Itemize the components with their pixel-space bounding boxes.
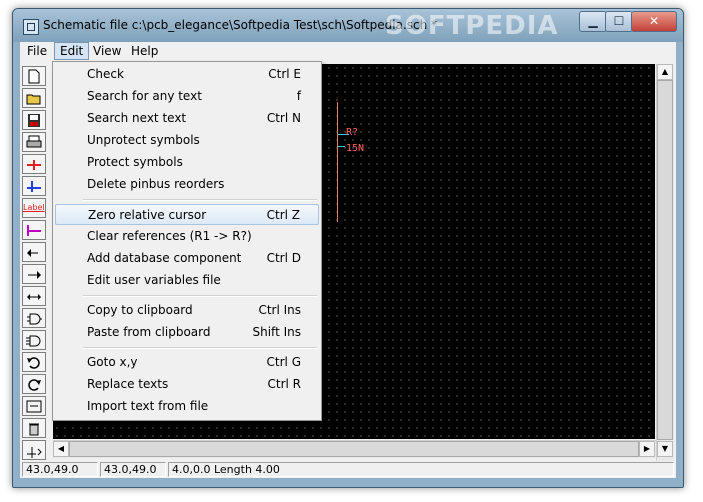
menu-edit[interactable]: Edit: [54, 42, 90, 60]
edit-menu-dropdown: Check Ctrl E Search for any text f Search …: [52, 61, 322, 421]
menu-item-shortcut: Ctrl G: [266, 355, 301, 369]
vertical-scroll-thumb[interactable]: [657, 80, 673, 440]
scroll-left-button[interactable]: ◀: [53, 441, 69, 457]
menu-item-label: Replace texts: [87, 377, 169, 391]
menu-item-search-any-text[interactable]: Search for any text f: [55, 86, 319, 107]
absolute-coordinates: 43.0,49.0: [22, 462, 98, 477]
minimize-button[interactable]: ▁: [579, 11, 607, 32]
app-icon[interactable]: [23, 19, 39, 35]
menu-item-shortcut: f: [296, 89, 301, 103]
open-folder-icon[interactable]: [22, 88, 46, 108]
bidirectional-connector-icon[interactable]: [22, 286, 46, 306]
menu-item-label: Paste from clipboard: [87, 325, 211, 339]
print-icon[interactable]: [22, 132, 46, 152]
title-bar[interactable]: Schematic file c:\pcb_elegance\Softpedia…: [13, 9, 683, 42]
fit-view-icon[interactable]: [22, 396, 46, 416]
window-title: Schematic file c:\pcb_elegance\Softpedia…: [43, 18, 438, 32]
component-value: 15N: [346, 143, 365, 154]
menu-item-unprotect-symbols[interactable]: Unprotect symbols: [55, 130, 319, 151]
menu-item-shortcut: Ctrl Ins: [258, 303, 301, 317]
menu-item-shortcut: Ctrl D: [266, 251, 301, 265]
menu-bar: File Edit View Help: [20, 42, 676, 60]
scroll-up-button[interactable]: ▲: [657, 64, 673, 80]
menu-item-check[interactable]: Check Ctrl E: [55, 64, 319, 85]
component-icon[interactable]: [22, 308, 46, 328]
menu-item-label: Edit user variables file: [87, 273, 221, 287]
maximize-button[interactable]: ☐: [605, 11, 633, 32]
component-pins-icon[interactable]: [22, 330, 46, 350]
delete-icon[interactable]: [22, 418, 46, 438]
component-reference: R?: [346, 127, 359, 138]
menu-item-label: Copy to clipboard: [87, 303, 193, 317]
menu-item-label: Search for any text: [87, 89, 202, 103]
menu-item-paste-from-clipboard[interactable]: Paste from clipboard Shift Ins: [55, 322, 319, 343]
menu-file[interactable]: File: [22, 43, 52, 59]
menu-item-label: Search next text: [87, 111, 187, 125]
menu-view[interactable]: View: [88, 43, 126, 59]
menu-item-label: Delete pinbus reorders: [87, 177, 225, 191]
save-disk-icon[interactable]: [22, 110, 46, 130]
tool-palette: Label: [22, 66, 48, 462]
menu-item-label: Protect symbols: [87, 155, 183, 169]
vertical-scrollbar[interactable]: ▲ ▼: [656, 64, 674, 461]
scroll-down-button[interactable]: ▼: [657, 441, 673, 457]
new-file-icon[interactable]: [22, 66, 46, 86]
undo-icon[interactable]: [22, 352, 46, 372]
status-info: 4.0,0.0 Length 4.00: [168, 462, 674, 477]
menu-item-edit-user-variables[interactable]: Edit user variables file: [55, 270, 319, 291]
menu-item-import-text-from-file[interactable]: Import text from file: [55, 396, 319, 417]
menu-item-label: Import text from file: [87, 399, 209, 413]
menu-help[interactable]: Help: [126, 43, 163, 59]
menu-item-shortcut: Ctrl Z: [266, 208, 300, 222]
bus-entry-icon[interactable]: [22, 220, 46, 240]
relative-coordinates: 43.0,49.0: [100, 462, 166, 477]
menu-item-search-next-text[interactable]: Search next text Ctrl N: [55, 108, 319, 129]
menu-separator: [83, 347, 317, 349]
horizontal-scroll-thumb[interactable]: [69, 441, 639, 457]
menu-item-shortcut: Ctrl E: [268, 67, 301, 81]
wire-red-icon[interactable]: [22, 154, 46, 174]
menu-item-label: Clear references (R1 -> R?): [87, 229, 252, 243]
watermark-text: SOFTPEDIA: [385, 11, 559, 41]
status-bar: 43.0,49.0 43.0,49.0 4.0,0.0 Length 4.00: [20, 461, 676, 478]
close-button[interactable]: ✕: [631, 11, 677, 32]
menu-item-delete-pinbus-reorders[interactable]: Delete pinbus reorders: [55, 174, 319, 195]
scroll-right-button[interactable]: ▶: [639, 441, 655, 457]
menu-separator: [83, 295, 317, 297]
right-connector-icon[interactable]: [22, 264, 46, 284]
move-icon[interactable]: [22, 440, 46, 460]
component-outline: [337, 102, 338, 222]
menu-item-shortcut: Ctrl R: [267, 377, 301, 391]
menu-item-add-database-component[interactable]: Add database component Ctrl D: [55, 248, 319, 269]
menu-item-label: Add database component: [87, 251, 242, 265]
menu-item-copy-to-clipboard[interactable]: Copy to clipboard Ctrl Ins: [55, 300, 319, 321]
menu-item-label: Check: [87, 67, 124, 81]
redo-icon[interactable]: [22, 374, 46, 394]
menu-separator: [83, 199, 317, 201]
label-tool-text: Label: [23, 203, 45, 212]
menu-item-label: Zero relative cursor: [88, 208, 207, 222]
label-icon[interactable]: Label: [22, 198, 46, 218]
horizontal-scrollbar[interactable]: ◀ ▶: [53, 440, 656, 458]
menu-item-label: Goto x,y: [87, 355, 138, 369]
wire-blue-icon[interactable]: [22, 176, 46, 196]
menu-item-protect-symbols[interactable]: Protect symbols: [55, 152, 319, 173]
menu-item-replace-texts[interactable]: Replace texts Ctrl R: [55, 374, 319, 395]
menu-item-shortcut: Ctrl N: [266, 111, 301, 125]
menu-item-label: Unprotect symbols: [87, 133, 200, 147]
menu-item-shortcut: Shift Ins: [252, 325, 302, 339]
menu-item-goto-xy[interactable]: Goto x,y Ctrl G: [55, 352, 319, 373]
left-connector-icon[interactable]: [22, 242, 46, 262]
wire-segment-2: [337, 146, 345, 147]
menu-item-zero-relative-cursor[interactable]: Zero relative cursor Ctrl Z: [55, 204, 319, 225]
menu-item-clear-references[interactable]: Clear references (R1 -> R?): [55, 226, 319, 247]
